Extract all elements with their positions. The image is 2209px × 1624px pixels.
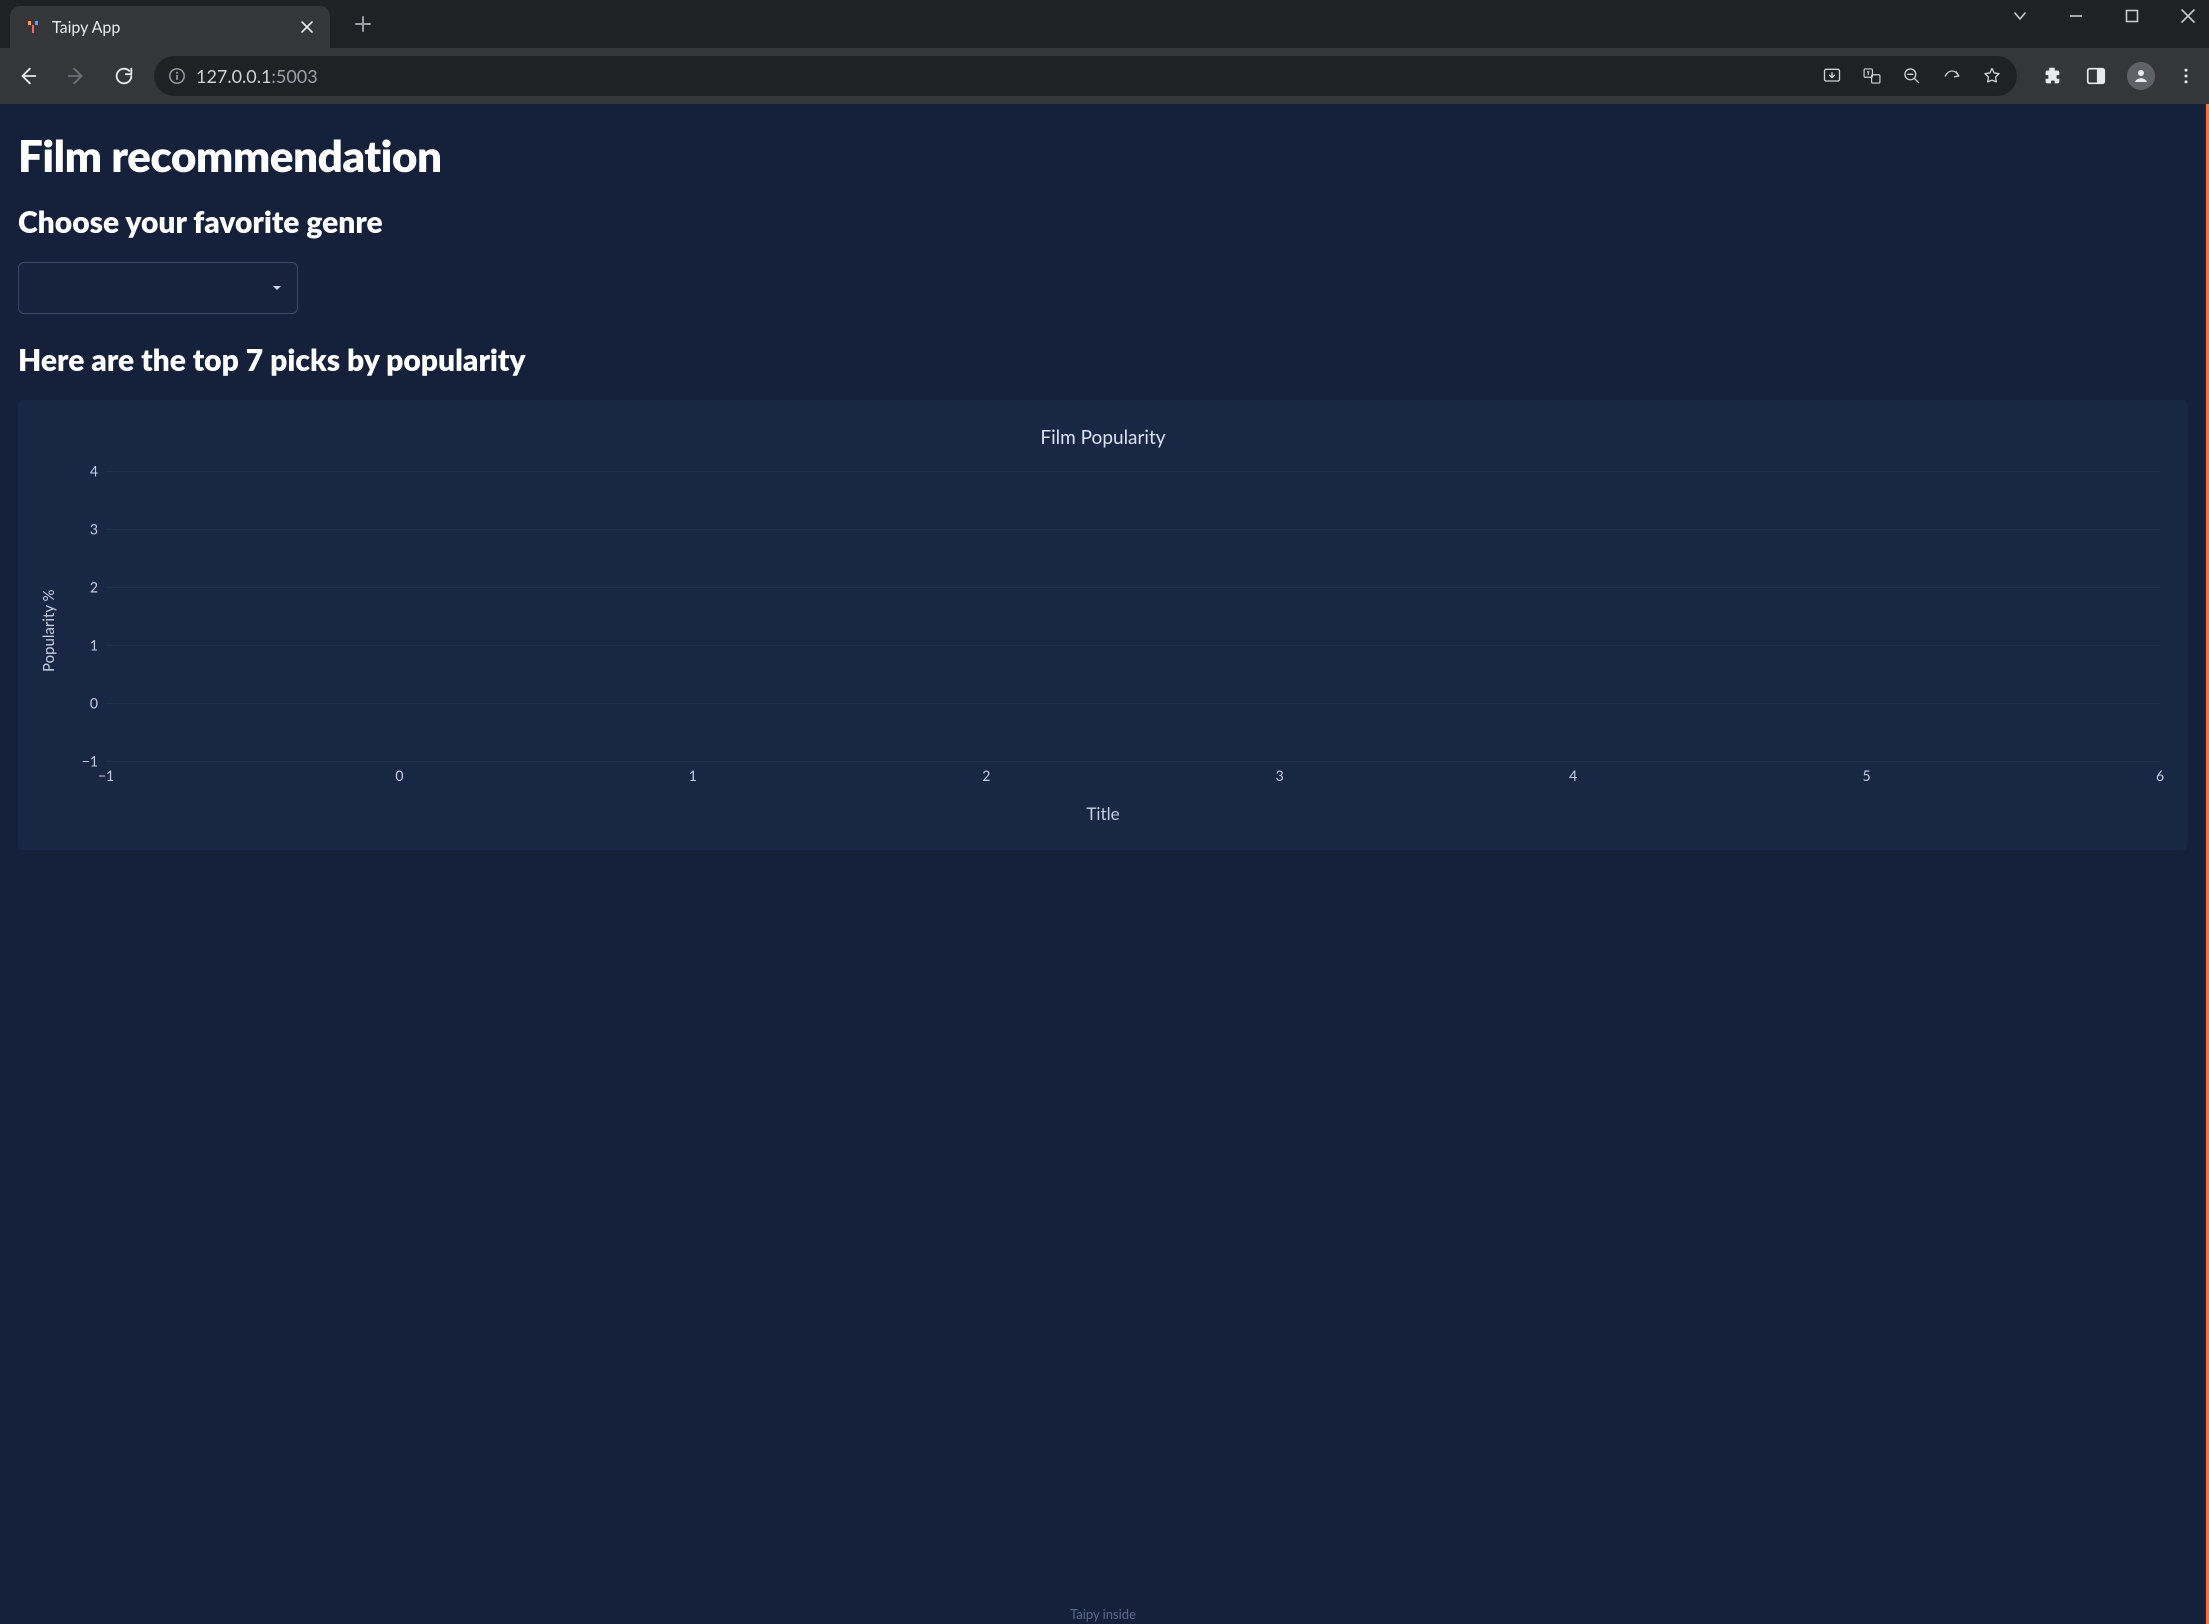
window-maximize-button[interactable]	[2117, 4, 2147, 28]
chart-x-tick: 6	[2156, 767, 2164, 784]
choose-genre-label: Choose your favorite genre	[18, 204, 2188, 240]
chart-plot-area[interactable]: −101234 −10123456	[62, 471, 2170, 791]
bookmark-star-icon[interactable]	[1981, 65, 2003, 87]
tab-search-icon[interactable]	[2005, 4, 2035, 28]
results-heading: Here are the top 7 picks by popularity	[18, 342, 2188, 378]
address-bar[interactable]: 127.0.0.1:5003	[154, 56, 2017, 96]
chart-y-tick: −1	[68, 753, 98, 770]
site-info-icon[interactable]	[168, 67, 186, 85]
url-text: 127.0.0.1:5003	[196, 65, 318, 87]
chart-x-tick: 4	[1569, 767, 1577, 784]
chart-gridline	[106, 761, 2160, 762]
chart-gridline	[106, 587, 2160, 588]
tab-close-button[interactable]	[298, 18, 316, 36]
browser-chrome: Taipy App 127.0.0.1:5003	[0, 0, 2209, 104]
browser-titlebar: Taipy App	[0, 0, 2209, 48]
chart-y-tick: 0	[68, 695, 98, 712]
chart-title: Film Popularity	[36, 426, 2170, 449]
browser-toolbar: 127.0.0.1:5003	[0, 48, 2209, 104]
extensions-icon[interactable]	[2039, 63, 2065, 89]
chart-x-tick: 5	[1863, 767, 1871, 784]
window-close-button[interactable]	[2173, 4, 2203, 28]
omnibox-actions	[1821, 65, 2003, 87]
page-title: Film recommendation	[18, 130, 2188, 182]
chart-gridline	[106, 645, 2160, 646]
browser-tab[interactable]: Taipy App	[10, 6, 330, 48]
chart-x-tick: 2	[982, 767, 990, 784]
side-panel-icon[interactable]	[2083, 63, 2109, 89]
chart-x-tick: 1	[689, 767, 697, 784]
back-button[interactable]	[10, 58, 46, 94]
chart-x-axis-label: Title	[36, 803, 2170, 824]
chart-x-tick: 3	[1276, 767, 1284, 784]
chart-y-tick: 4	[68, 463, 98, 480]
page-footer: Taipy inside	[0, 1606, 2206, 1622]
chart-card: Film Popularity Popularity % −1 0 1 2 3 4 −1 0…	[18, 400, 2188, 850]
install-app-icon[interactable]	[1821, 65, 1843, 87]
reload-button[interactable]	[106, 58, 142, 94]
chart-gridline	[106, 471, 2160, 472]
tab-favicon	[24, 18, 42, 36]
chevron-down-icon	[271, 282, 283, 294]
zoom-out-icon[interactable]	[1901, 65, 1923, 87]
page-content: Film recommendation Choose your favorite…	[0, 104, 2206, 850]
chart-y-tick: 2	[68, 579, 98, 596]
kebab-menu-icon[interactable]	[2173, 63, 2199, 89]
chart-gridline	[106, 703, 2160, 704]
chart-gridline	[106, 529, 2160, 530]
translate-icon[interactable]	[1861, 65, 1883, 87]
chart-y-axis-label: Popularity %	[36, 471, 62, 791]
forward-button	[58, 58, 94, 94]
profile-avatar[interactable]	[2127, 62, 2155, 90]
genre-select[interactable]	[18, 262, 298, 314]
chart-x-tick: −1	[98, 767, 114, 784]
share-icon[interactable]	[1941, 65, 1963, 87]
new-tab-button[interactable]	[344, 9, 382, 39]
tab-title: Taipy App	[52, 18, 288, 37]
toolbar-right	[2039, 62, 2199, 90]
chart-y-tick: 3	[68, 521, 98, 538]
window-minimize-button[interactable]	[2061, 4, 2091, 28]
chart-y-tick: 1	[68, 637, 98, 654]
window-controls	[2005, 4, 2203, 28]
chart-x-tick: 0	[395, 767, 403, 784]
page-viewport: Film recommendation Choose your favorite…	[0, 104, 2209, 1624]
